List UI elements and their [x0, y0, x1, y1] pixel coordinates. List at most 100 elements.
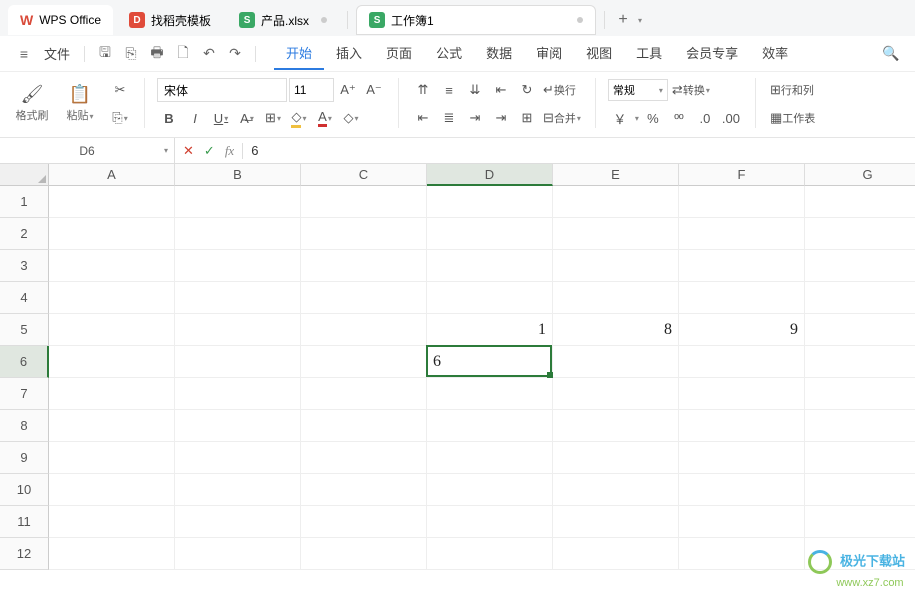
- cell[interactable]: [679, 282, 805, 314]
- row-header[interactable]: 11: [0, 506, 49, 538]
- column-header[interactable]: A: [49, 164, 175, 186]
- print-preview-icon[interactable]: 🗋: [171, 42, 195, 66]
- cell[interactable]: [427, 250, 553, 282]
- tab-templates[interactable]: D 找稻壳模板: [117, 5, 223, 35]
- cell[interactable]: [553, 506, 679, 538]
- cell[interactable]: [301, 346, 427, 378]
- tab-formula[interactable]: 公式: [424, 37, 474, 70]
- app-tab[interactable]: W WPS Office: [8, 5, 113, 35]
- cell[interactable]: [49, 506, 175, 538]
- column-header[interactable]: C: [301, 164, 427, 186]
- cancel-icon[interactable]: ✕: [183, 143, 194, 159]
- row-header[interactable]: 1: [0, 186, 49, 218]
- cell[interactable]: [301, 506, 427, 538]
- cell[interactable]: [175, 346, 301, 378]
- tab-insert[interactable]: 插入: [324, 37, 374, 70]
- column-header[interactable]: D: [427, 164, 553, 186]
- align-middle-icon[interactable]: ≡: [437, 78, 461, 102]
- cell[interactable]: [301, 410, 427, 442]
- cell[interactable]: [553, 250, 679, 282]
- tab-page[interactable]: 页面: [374, 37, 424, 70]
- spreadsheet-grid[interactable]: ABCDEFG 123456789101112 1896: [0, 164, 915, 599]
- cell[interactable]: [175, 250, 301, 282]
- cell[interactable]: [805, 474, 915, 506]
- cells-area[interactable]: 1896: [49, 186, 915, 570]
- cell[interactable]: [553, 218, 679, 250]
- cell[interactable]: [301, 282, 427, 314]
- percent-button[interactable]: %: [641, 106, 665, 130]
- format-painter-button[interactable]: 🖌 格式刷: [12, 78, 52, 128]
- cell[interactable]: [805, 378, 915, 410]
- cell[interactable]: [175, 474, 301, 506]
- redo-icon[interactable]: ↷: [223, 42, 247, 66]
- cell[interactable]: [427, 538, 553, 570]
- strike-button[interactable]: A̶▾: [235, 106, 259, 130]
- indent-right-icon[interactable]: ⇥: [489, 106, 513, 130]
- cell[interactable]: [301, 474, 427, 506]
- row-header[interactable]: 3: [0, 250, 49, 282]
- cell[interactable]: [679, 442, 805, 474]
- cell[interactable]: 1: [427, 314, 553, 346]
- row-header[interactable]: 12: [0, 538, 49, 570]
- cell[interactable]: [49, 282, 175, 314]
- tab-list-dropdown[interactable]: ▾: [638, 16, 642, 25]
- cell[interactable]: 9: [679, 314, 805, 346]
- orientation-icon[interactable]: ↻: [515, 78, 539, 102]
- row-header[interactable]: 2: [0, 218, 49, 250]
- tab-tools[interactable]: 工具: [624, 37, 674, 70]
- tab-product[interactable]: S 产品.xlsx: [227, 5, 339, 35]
- tab-data[interactable]: 数据: [474, 37, 524, 70]
- cell[interactable]: [427, 378, 553, 410]
- cell[interactable]: [427, 410, 553, 442]
- tab-view[interactable]: 视图: [574, 37, 624, 70]
- export-icon[interactable]: ⎘: [119, 42, 143, 66]
- row-header[interactable]: 9: [0, 442, 49, 474]
- row-header[interactable]: 5: [0, 314, 49, 346]
- cell[interactable]: [679, 474, 805, 506]
- cut-icon[interactable]: ✂: [108, 78, 132, 102]
- cell[interactable]: [427, 474, 553, 506]
- align-bottom-icon[interactable]: ⇊: [463, 78, 487, 102]
- wrap-button[interactable]: ↵换行: [541, 78, 578, 102]
- cell[interactable]: [805, 442, 915, 474]
- name-box[interactable]: D6 ▾: [0, 138, 175, 163]
- align-right-icon[interactable]: ⇥: [463, 106, 487, 130]
- worksheet-button[interactable]: ▦工作表: [768, 106, 817, 130]
- undo-icon[interactable]: ↶: [197, 42, 221, 66]
- cell[interactable]: [175, 186, 301, 218]
- cell[interactable]: [805, 410, 915, 442]
- cell[interactable]: [49, 378, 175, 410]
- cell[interactable]: [427, 282, 553, 314]
- thousand-sep-button[interactable]: ºº: [667, 106, 691, 130]
- tab-workbook-active[interactable]: S 工作簿1: [356, 5, 596, 35]
- clear-format-button[interactable]: ◇▾: [339, 106, 363, 130]
- tab-efficiency[interactable]: 效率: [750, 37, 800, 70]
- cell[interactable]: [427, 442, 553, 474]
- cell[interactable]: [49, 442, 175, 474]
- cell[interactable]: [805, 506, 915, 538]
- select-all-corner[interactable]: [0, 164, 49, 186]
- cell[interactable]: [805, 314, 915, 346]
- align-top-icon[interactable]: ⇈: [411, 78, 435, 102]
- tab-review[interactable]: 审阅: [524, 37, 574, 70]
- paste-button[interactable]: 📋 粘贴▾: [60, 78, 100, 128]
- cell[interactable]: [427, 186, 553, 218]
- cell[interactable]: [301, 442, 427, 474]
- cell[interactable]: [175, 282, 301, 314]
- row-header[interactable]: 10: [0, 474, 49, 506]
- underline-button[interactable]: U▾: [209, 106, 233, 130]
- column-header[interactable]: G: [805, 164, 915, 186]
- decrease-font-icon[interactable]: A⁻: [362, 78, 386, 102]
- cell[interactable]: [175, 538, 301, 570]
- cell[interactable]: [49, 538, 175, 570]
- tab-vip[interactable]: 会员专享: [674, 37, 750, 70]
- cell[interactable]: [175, 218, 301, 250]
- column-header[interactable]: E: [553, 164, 679, 186]
- cell[interactable]: [679, 186, 805, 218]
- column-header[interactable]: F: [679, 164, 805, 186]
- cell[interactable]: [175, 314, 301, 346]
- cell[interactable]: [679, 250, 805, 282]
- row-header[interactable]: 7: [0, 378, 49, 410]
- cell[interactable]: [553, 346, 679, 378]
- cell[interactable]: [301, 218, 427, 250]
